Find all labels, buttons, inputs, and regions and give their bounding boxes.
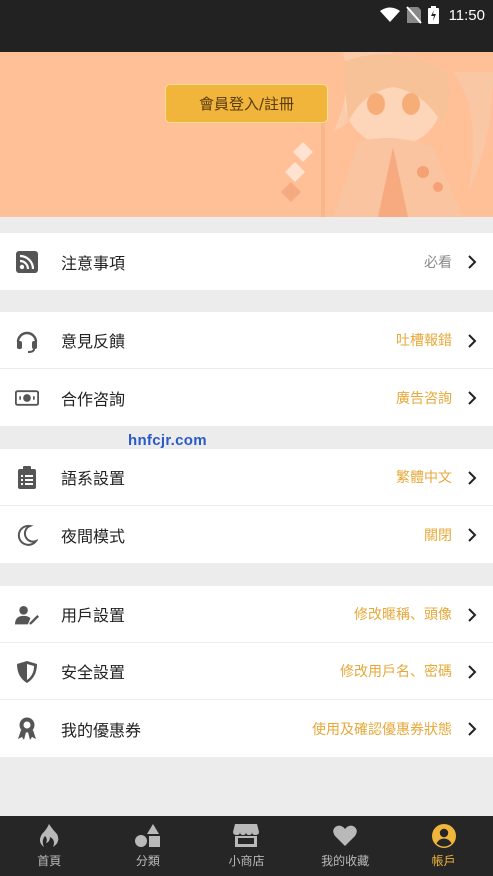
award-icon <box>15 717 39 741</box>
tab-home[interactable]: 首頁 <box>0 816 99 876</box>
menu-group-account: 用戶設置 修改暱稱、頭像 安全設置 修改用戶名、密碼 我的優惠券 使用及確認優惠… <box>0 586 493 757</box>
menu-label: 夜間模式 <box>61 526 126 546</box>
moon-icon <box>15 523 39 547</box>
shapes-icon <box>134 824 161 848</box>
anime-character-illustration <box>281 52 493 217</box>
clipboard-icon <box>15 466 39 490</box>
menu-value: 必看 <box>424 254 452 271</box>
menu-row-coupons[interactable]: 我的優惠券 使用及確認優惠券狀態 <box>0 700 493 757</box>
chevron-right-icon <box>468 665 477 679</box>
tab-favorites[interactable]: 我的收藏 <box>296 816 395 876</box>
status-bar: 11:50 <box>0 0 493 52</box>
menu-value: 修改暱稱、頭像 <box>354 607 452 623</box>
status-time: 11:50 <box>448 6 485 24</box>
headset-icon <box>15 329 39 353</box>
menu-label: 我的優惠券 <box>61 720 142 740</box>
menu-value: 廣告咨詢 <box>396 390 452 407</box>
rss-icon <box>15 250 39 274</box>
menu-group-feedback: 意見反饋 吐槽報錯 合作咨詢 廣告咨詢 <box>0 312 493 426</box>
menu-row-security[interactable]: 安全設置 修改用戶名、密碼 <box>0 643 493 700</box>
money-icon <box>15 386 39 410</box>
tab-account[interactable]: 帳戶 <box>394 816 493 876</box>
menu-label: 語系設置 <box>61 469 126 488</box>
battery-icon <box>427 6 439 24</box>
menu-row-notice[interactable]: 注意事項 必看 <box>0 233 493 290</box>
menu-value: 關閉 <box>424 527 452 544</box>
account-banner: 會員登入/註冊 <box>0 52 493 217</box>
heart-icon <box>332 824 358 848</box>
login-register-button[interactable]: 會員登入/註冊 <box>165 84 328 123</box>
menu-label: 安全設置 <box>61 663 126 682</box>
menu-row-user-settings[interactable]: 用戶設置 修改暱稱、頭像 <box>0 586 493 643</box>
status-icons: 11:50 <box>379 5 485 25</box>
menu-group-notice: 注意事項 必看 <box>0 233 493 290</box>
store-icon <box>233 824 260 848</box>
chevron-right-icon <box>468 471 477 485</box>
menu-row-feedback[interactable]: 意見反饋 吐槽報錯 <box>0 312 493 369</box>
bottom-tab-bar: 首頁 分類 小商店 我的收藏 帳戶 <box>0 816 493 876</box>
flame-icon <box>36 824 62 848</box>
tab-store[interactable]: 小商店 <box>197 816 296 876</box>
chevron-right-icon <box>468 528 477 542</box>
menu-value: 吐槽報錯 <box>396 333 452 349</box>
menu-label: 注意事項 <box>61 253 126 273</box>
tab-label: 分類 <box>135 854 160 868</box>
no-sim-icon <box>405 6 422 24</box>
menu-row-cooperation[interactable]: 合作咨詢 廣告咨詢 <box>0 369 493 426</box>
menu-label: 意見反饋 <box>61 332 126 351</box>
menu-value: 繁體中文 <box>396 470 452 486</box>
watermark-text: hnfcjr.com <box>128 432 207 449</box>
tab-label: 我的收藏 <box>321 854 370 868</box>
menu-label: 合作咨詢 <box>61 389 126 409</box>
shield-icon <box>15 660 39 684</box>
chevron-right-icon <box>468 608 477 622</box>
tab-categories[interactable]: 分類 <box>99 816 198 876</box>
menu-value: 修改用戶名、密碼 <box>340 664 452 680</box>
wifi-icon <box>379 7 400 22</box>
tab-label: 小商店 <box>228 854 265 868</box>
user-edit-icon <box>15 603 39 627</box>
menu-row-language[interactable]: 語系設置 繁體中文 <box>0 449 493 506</box>
chevron-right-icon <box>468 722 477 736</box>
menu-group-display: 語系設置 繁體中文 夜間模式 關閉 <box>0 449 493 563</box>
tab-label: 帳戶 <box>431 854 456 868</box>
user-circle-icon <box>431 824 457 848</box>
tab-label: 首頁 <box>37 854 62 868</box>
menu-value: 使用及確認優惠券狀態 <box>312 721 452 738</box>
chevron-right-icon <box>468 334 477 348</box>
menu-row-night-mode[interactable]: 夜間模式 關閉 <box>0 506 493 563</box>
chevron-right-icon <box>468 255 477 269</box>
menu-label: 用戶設置 <box>61 606 126 625</box>
chevron-right-icon <box>468 391 477 405</box>
